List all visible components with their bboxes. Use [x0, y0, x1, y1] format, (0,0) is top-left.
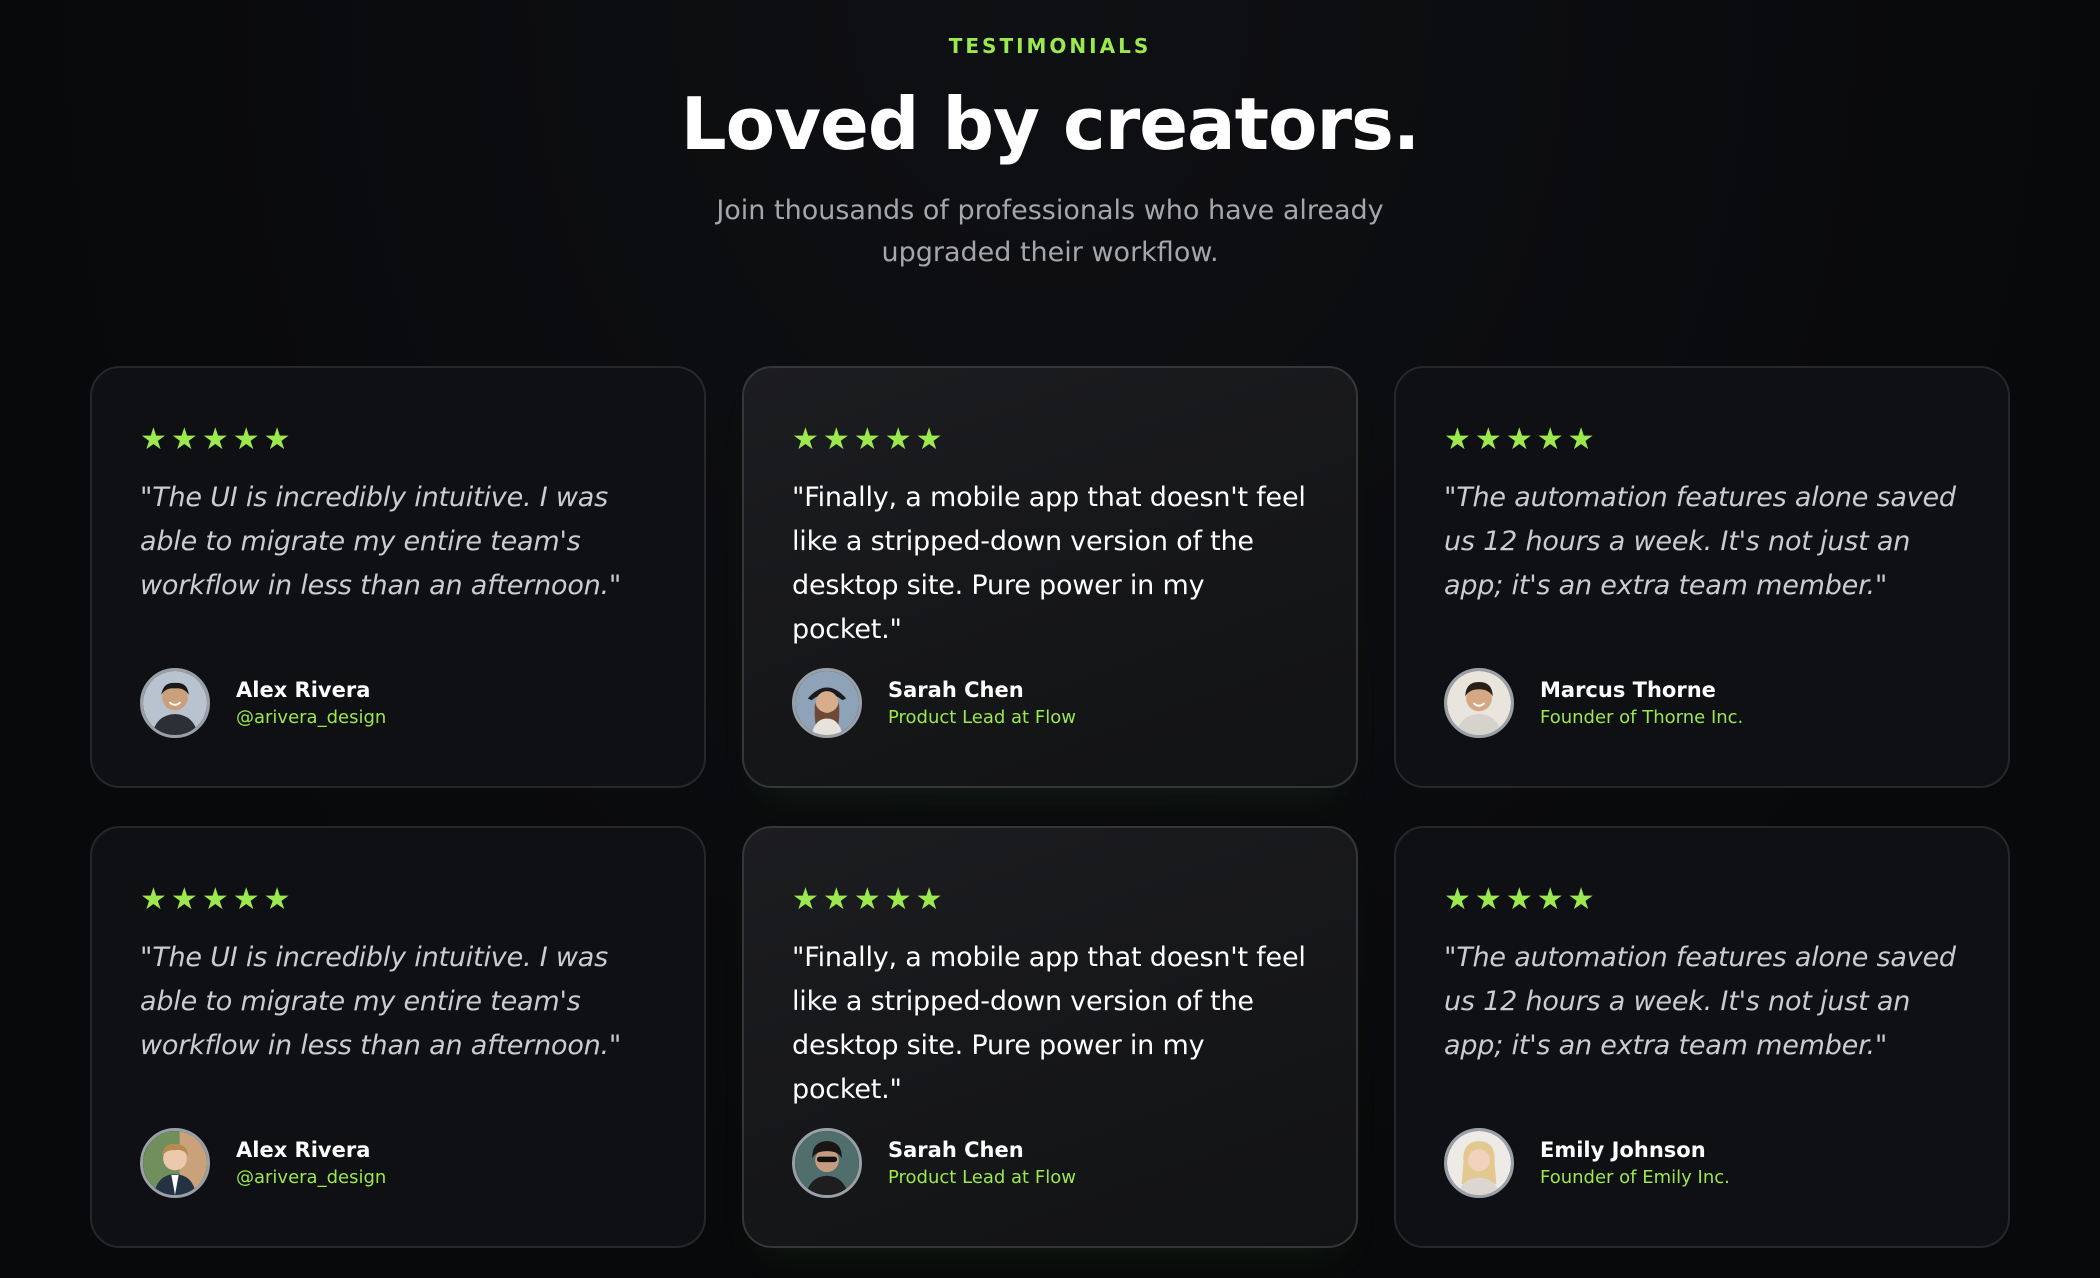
testimonial-author: Sarah Chen Product Lead at Flow	[792, 1128, 1076, 1198]
avatar	[1444, 668, 1514, 738]
star-icon: ★	[822, 422, 850, 457]
star-icon: ★	[822, 882, 850, 917]
testimonial-author: Emily Johnson Founder of Emily Inc.	[1444, 1128, 1730, 1198]
avatar	[140, 668, 210, 738]
testimonial-quote: "Finally, a mobile app that doesn't feel…	[792, 482, 1306, 645]
author-info: Emily Johnson Founder of Emily Inc.	[1540, 1136, 1730, 1190]
avatar-icon	[795, 671, 859, 735]
star-icon: ★	[1474, 422, 1502, 457]
star-icon: ★	[232, 882, 260, 917]
testimonial-card-featured: ★ ★ ★ ★ ★ "Finally, a mobile app that doesn'…	[742, 826, 1358, 1248]
star-rating: ★ ★ ★ ★ ★	[1444, 884, 1960, 916]
testimonial-quote: "The automation features alone saved us …	[1444, 942, 1956, 1061]
testimonial-card: ★ ★ ★ ★ ★ "The automation features alone sav…	[1394, 366, 2010, 788]
star-icon: ★	[1505, 882, 1533, 917]
author-info: Sarah Chen Product Lead at Flow	[888, 676, 1076, 730]
star-icon: ★	[884, 422, 912, 457]
author-name: Sarah Chen	[888, 678, 1024, 702]
author-name: Marcus Thorne	[1540, 678, 1716, 702]
star-icon: ★	[1536, 882, 1564, 917]
star-icon: ★	[853, 882, 881, 917]
avatar	[140, 1128, 210, 1198]
avatar-icon	[1447, 671, 1511, 735]
testimonial-card: ★ ★ ★ ★ ★ "The UI is incredibly intuitive. I…	[90, 366, 706, 788]
author-role: @arivera_design	[236, 707, 387, 728]
star-rating: ★ ★ ★ ★ ★	[140, 884, 656, 916]
star-icon: ★	[915, 422, 943, 457]
testimonial-author: Sarah Chen Product Lead at Flow	[792, 668, 1076, 738]
avatar-icon	[1447, 1131, 1511, 1195]
testimonial-card: ★ ★ ★ ★ ★ "The automation features alone sav…	[1394, 826, 2010, 1248]
author-role: Founder of Emily Inc.	[1540, 1167, 1730, 1188]
star-icon: ★	[201, 882, 229, 917]
testimonial-quote: "The automation features alone saved us …	[1444, 482, 1956, 601]
testimonial-quote: "The UI is incredibly intuitive. I was a…	[140, 942, 622, 1061]
star-icon: ★	[1567, 882, 1595, 917]
star-icon: ★	[915, 882, 943, 917]
star-icon: ★	[232, 422, 260, 457]
star-icon: ★	[140, 422, 167, 457]
star-icon: ★	[1444, 882, 1471, 917]
avatar-icon	[143, 1131, 207, 1195]
star-icon: ★	[1474, 882, 1502, 917]
testimonial-card: ★ ★ ★ ★ ★ "The UI is incredibly intuitive. I…	[90, 826, 706, 1248]
star-icon: ★	[1505, 422, 1533, 457]
star-icon: ★	[792, 422, 819, 457]
testimonial-quote: "Finally, a mobile app that doesn't feel…	[792, 942, 1306, 1105]
testimonial-quote: "The UI is incredibly intuitive. I was a…	[140, 482, 622, 601]
author-info: Marcus Thorne Founder of Thorne Inc.	[1540, 676, 1743, 730]
avatar	[792, 668, 862, 738]
author-info: Alex Rivera @arivera_design	[236, 1136, 386, 1190]
avatar	[792, 1128, 862, 1198]
star-icon: ★	[1536, 422, 1564, 457]
author-info: Alex Rivera @arivera_design	[236, 676, 386, 730]
section-eyebrow: TESTIMONIALS	[948, 34, 1152, 58]
star-icon: ★	[170, 882, 198, 917]
testimonials-section: TESTIMONIALS Loved by creators. Join tho…	[0, 0, 2100, 1278]
section-header: TESTIMONIALS Loved by creators. Join tho…	[0, 0, 2100, 274]
star-rating: ★ ★ ★ ★ ★	[792, 884, 1308, 916]
star-rating: ★ ★ ★ ★ ★	[1444, 424, 1960, 456]
section-title: Loved by creators.	[680, 82, 1420, 166]
testimonial-grid: ★ ★ ★ ★ ★ "The UI is incredibly intuitive. I…	[90, 366, 2010, 1248]
author-info: Sarah Chen Product Lead at Flow	[888, 1136, 1076, 1190]
author-role: Product Lead at Flow	[888, 1167, 1076, 1188]
testimonial-author: Alex Rivera @arivera_design	[140, 668, 386, 738]
author-name: Emily Johnson	[1540, 1138, 1706, 1162]
author-role: Product Lead at Flow	[888, 707, 1076, 728]
author-name: Alex Rivera	[236, 1138, 371, 1162]
star-icon: ★	[792, 882, 819, 917]
star-icon: ★	[263, 882, 291, 917]
star-icon: ★	[1444, 422, 1471, 457]
testimonial-author: Alex Rivera @arivera_design	[140, 1128, 386, 1198]
testimonial-card-featured: ★ ★ ★ ★ ★ "Finally, a mobile app that doesn'…	[742, 366, 1358, 788]
avatar-icon	[143, 671, 207, 735]
author-role: Founder of Thorne Inc.	[1540, 707, 1744, 728]
star-icon: ★	[1567, 422, 1595, 457]
star-icon: ★	[263, 422, 291, 457]
star-rating: ★ ★ ★ ★ ★	[140, 424, 656, 456]
author-role: @arivera_design	[236, 1167, 387, 1188]
star-icon: ★	[884, 882, 912, 917]
avatar-icon	[795, 1131, 859, 1195]
author-name: Sarah Chen	[888, 1138, 1024, 1162]
author-name: Alex Rivera	[236, 678, 371, 702]
avatar	[1444, 1128, 1514, 1198]
star-icon: ★	[140, 882, 167, 917]
star-rating: ★ ★ ★ ★ ★	[792, 424, 1308, 456]
star-icon: ★	[170, 422, 198, 457]
star-icon: ★	[853, 422, 881, 457]
section-subtitle: Join thousands of professionals who have…	[716, 195, 1384, 268]
testimonial-author: Marcus Thorne Founder of Thorne Inc.	[1444, 668, 1743, 738]
star-icon: ★	[201, 422, 229, 457]
